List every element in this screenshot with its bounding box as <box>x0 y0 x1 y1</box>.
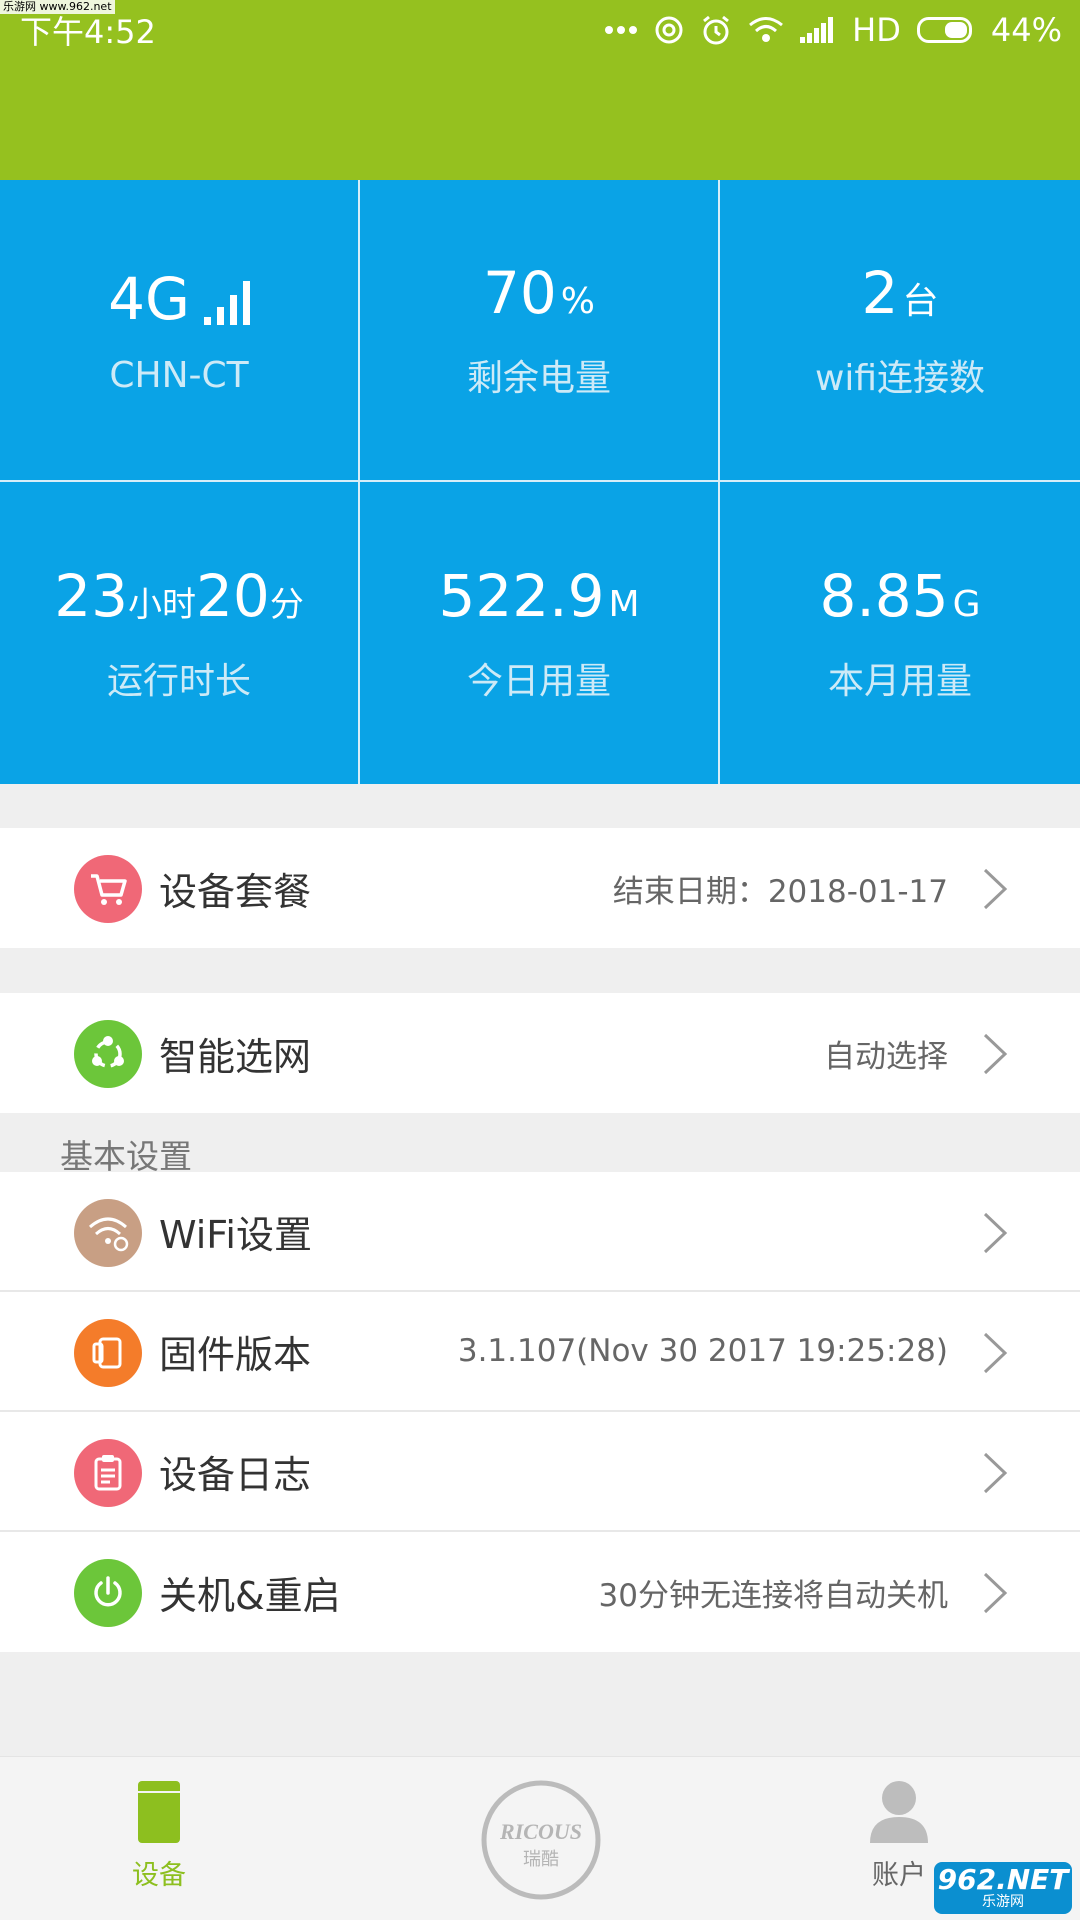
power-icon <box>74 1559 142 1627</box>
row-package-value: 结束日期：2018-01-17 <box>612 873 948 910</box>
row-power[interactable]: 关机&重启 30分钟无连接将自动关机 <box>0 1532 1080 1652</box>
basic-settings-card: WiFi设置 固件版本 3.1.107(Nov 30 2017 19:25:28… <box>0 1172 1080 1652</box>
chevron-right-icon <box>983 1212 1008 1254</box>
stat-today-usage-unit: M <box>608 584 640 625</box>
stat-wifi-clients-unit: 台 <box>902 281 939 322</box>
firmware-icon <box>74 1319 142 1387</box>
stat-uptime-hours: 23 <box>54 562 128 630</box>
more-dots-icon <box>605 26 638 34</box>
bottom-tab-bar: 设备 RICOUS 瑞酷 账户 962.NET 乐游网 <box>0 1756 1080 1920</box>
row-wifi-settings[interactable]: WiFi设置 <box>0 1172 1080 1292</box>
stat-battery-value: 70 <box>482 259 557 327</box>
wifi-icon <box>749 17 784 42</box>
watermark-bottom: 962.NET 乐游网 <box>934 1862 1072 1914</box>
device-icon <box>138 1781 180 1843</box>
header-bar <box>0 60 1080 180</box>
stat-uptime-hours-unit: 小时 <box>128 585 196 625</box>
row-network-select-title: 智能选网 <box>159 1034 312 1079</box>
stat-month-usage-label: 本月用量 <box>827 661 972 702</box>
cart-icon <box>74 855 142 923</box>
stat-today-usage-value: 522.9 <box>438 562 605 630</box>
chevron-right-icon <box>983 1033 1008 1075</box>
svg-text:RICOUS: RICOUS <box>499 1819 582 1844</box>
package-card: 设备套餐 结束日期：2018-01-17 <box>0 828 1080 948</box>
watermark-top: 乐游网 www.962.net <box>0 0 115 14</box>
user-icon <box>870 1781 928 1843</box>
stat-wifi-clients-label: wifi连接数 <box>814 358 986 399</box>
stat-battery[interactable]: 70 % 剩余电量 <box>360 180 720 482</box>
stat-wifi-clients[interactable]: 2 台 wifi连接数 <box>720 180 1080 482</box>
stat-battery-label: 剩余电量 <box>466 358 611 399</box>
stat-uptime-minutes: 20 <box>196 562 270 630</box>
svg-text:瑞酷: 瑞酷 <box>523 1849 559 1870</box>
chevron-right-icon <box>983 1452 1008 1494</box>
stat-month-usage-unit: G <box>952 584 981 625</box>
stat-month-usage[interactable]: 8.85 G 本月用量 <box>720 482 1080 784</box>
row-firmware[interactable]: 固件版本 3.1.107(Nov 30 2017 19:25:28) <box>0 1292 1080 1412</box>
tab-logo-home[interactable]: RICOUS 瑞酷 <box>480 1779 602 1901</box>
stat-network-value: 4G <box>108 264 190 333</box>
tab-account[interactable]: 账户 <box>868 1779 930 1892</box>
battery-percent: 44% <box>990 11 1062 49</box>
stat-today-usage[interactable]: 522.9 M 今日用量 <box>360 482 720 784</box>
section-label-basic-settings: 基本设置 <box>60 1137 192 1176</box>
stat-uptime[interactable]: 23 小时 20 分 运行时长 <box>0 482 360 784</box>
row-device-log-title: 设备日志 <box>159 1452 312 1497</box>
stat-network[interactable]: 4G CHN-CT <box>0 180 360 482</box>
ricous-logo: RICOUS 瑞酷 <box>481 1780 601 1900</box>
tab-device-label: 设备 <box>132 1860 186 1891</box>
hotspot-icon <box>655 16 683 44</box>
stat-uptime-label: 运行时长 <box>106 661 251 702</box>
chevron-right-icon <box>983 868 1008 910</box>
status-icons: HD 44% <box>604 11 1062 49</box>
row-package[interactable]: 设备套餐 结束日期：2018-01-17 <box>0 828 1080 948</box>
tab-account-label: 账户 <box>872 1860 926 1891</box>
row-package-title: 设备套餐 <box>159 869 312 914</box>
status-bar: 下午4:52 HD 44% <box>0 0 1080 60</box>
stat-uptime-minutes-unit: 分 <box>269 585 304 625</box>
share-network-icon <box>74 1020 142 1088</box>
stat-today-usage-label: 今日用量 <box>466 661 611 702</box>
row-firmware-title: 固件版本 <box>159 1332 312 1377</box>
chevron-right-icon <box>983 1572 1008 1614</box>
row-device-log[interactable]: 设备日志 <box>0 1412 1080 1532</box>
wifi-settings-icon <box>74 1199 142 1267</box>
row-network-select-value: 自动选择 <box>824 1038 948 1075</box>
row-power-title: 关机&重启 <box>159 1573 341 1618</box>
signal-bars-icon <box>203 280 250 325</box>
stat-network-label: CHN-CT <box>109 354 249 396</box>
network-type: HD <box>852 11 901 49</box>
battery-icon <box>916 17 972 43</box>
stat-battery-unit: % <box>560 281 596 322</box>
chevron-right-icon <box>983 1332 1008 1374</box>
clipboard-icon <box>74 1439 142 1507</box>
row-network-select[interactable]: 智能选网 自动选择 <box>0 993 1080 1113</box>
alarm-icon <box>703 15 730 45</box>
network-card: 智能选网 自动选择 <box>0 993 1080 1113</box>
stat-month-usage-value: 8.85 <box>819 562 949 630</box>
tab-device[interactable]: 设备 <box>132 1781 186 1892</box>
row-firmware-value: 3.1.107(Nov 30 2017 19:25:28) <box>457 1333 948 1369</box>
row-power-value: 30分钟无连接将自动关机 <box>598 1577 948 1614</box>
stats-grid: 4G CHN-CT 70 % 剩余电量 2 台 wifi连接数 23 小时 20… <box>0 180 1080 784</box>
row-wifi-settings-title: WiFi设置 <box>159 1212 312 1257</box>
stat-wifi-clients-value: 2 <box>861 259 899 327</box>
cell-signal-icon <box>800 17 834 43</box>
